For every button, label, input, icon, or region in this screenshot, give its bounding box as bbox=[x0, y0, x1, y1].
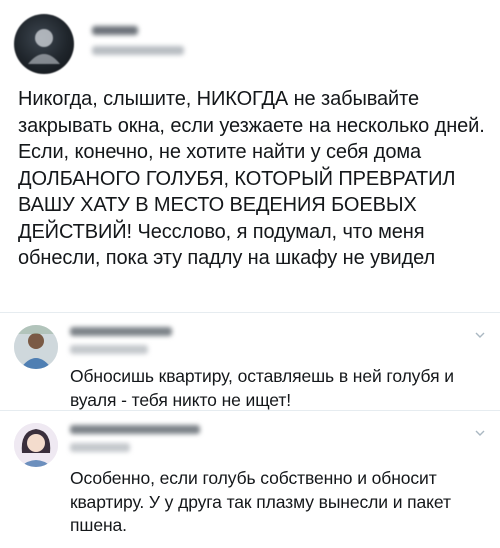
reply-author-redacted bbox=[70, 327, 172, 336]
author-handle-redacted bbox=[92, 46, 184, 55]
avatar[interactable] bbox=[14, 325, 58, 369]
main-tweet[interactable]: Никогда, слышите, НИКОГДА не забывайте з… bbox=[0, 0, 500, 310]
person-photo-icon bbox=[14, 325, 58, 369]
reply-handle-redacted bbox=[70, 443, 130, 452]
reply-text: Обносишь квартиру, оставляешь в ней голу… bbox=[70, 366, 454, 410]
reply-author-redacted bbox=[70, 425, 200, 434]
person-drawing-icon bbox=[14, 423, 58, 467]
reply-item[interactable]: Обносишь квартиру, оставляешь в ней голу… bbox=[0, 313, 500, 410]
reply-item[interactable]: Особенно, если голубь собственно и обнос… bbox=[0, 411, 500, 548]
reply-handle-redacted bbox=[70, 345, 148, 354]
chevron-down-icon[interactable] bbox=[474, 427, 486, 439]
avatar[interactable] bbox=[14, 423, 58, 467]
reply-text: Особенно, если голубь собственно и обнос… bbox=[70, 468, 451, 535]
tweet-text: Никогда, слышите, НИКОГДА не забывайте з… bbox=[18, 88, 485, 269]
user-silhouette-icon bbox=[28, 29, 60, 64]
chevron-down-icon[interactable] bbox=[474, 329, 486, 341]
avatar[interactable] bbox=[14, 14, 74, 74]
author-name-redacted bbox=[92, 26, 138, 35]
